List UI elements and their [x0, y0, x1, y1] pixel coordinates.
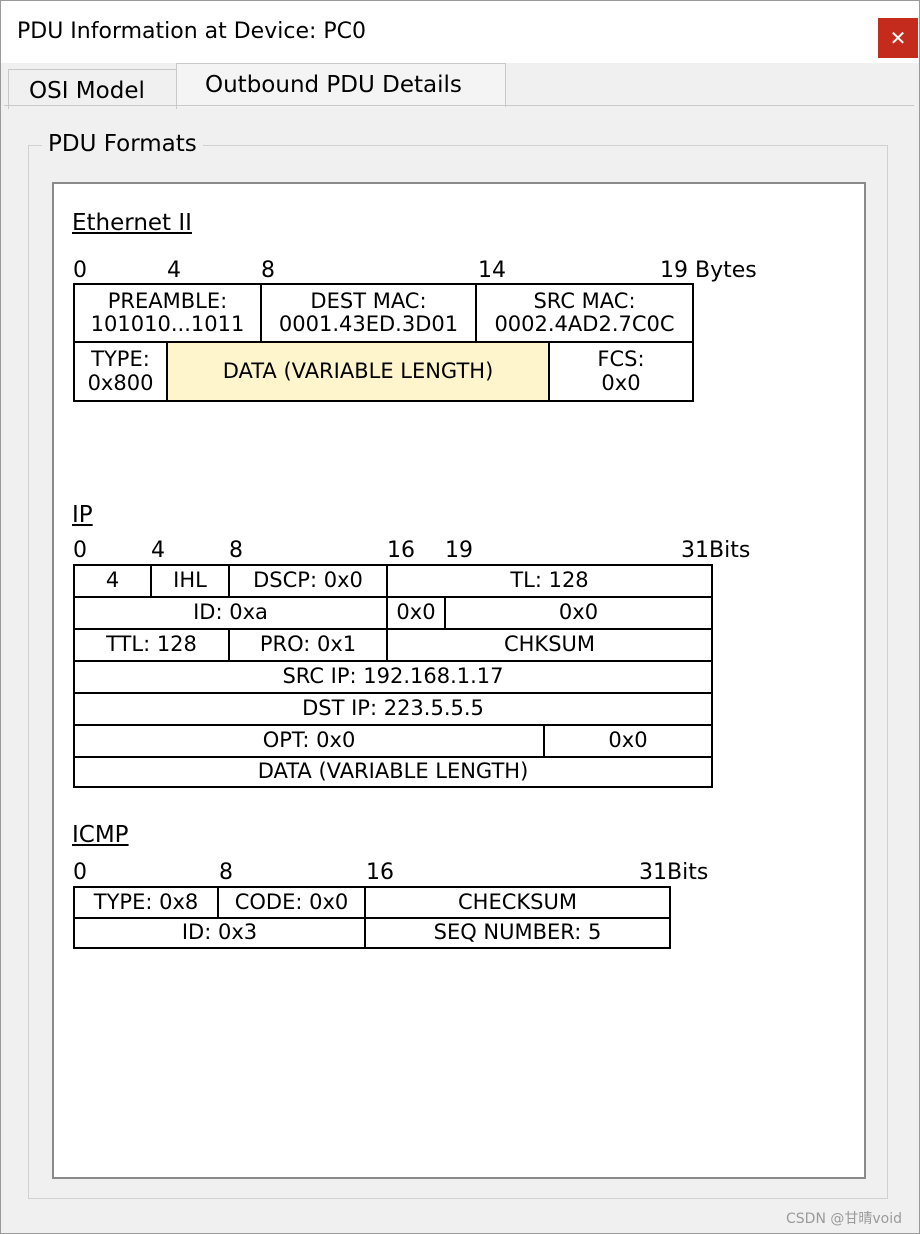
icmp-ruler-8: 8 — [219, 860, 233, 885]
eth-src-mac-field: SRC MAC: 0002.4AD2.7C0C — [475, 283, 694, 343]
close-icon: ✕ — [889, 26, 907, 50]
ip-dscp-field: DSCP: 0x0 — [228, 564, 388, 598]
window-title: PDU Information at Device: PC0 — [17, 19, 367, 44]
ip-src-ip-field: SRC IP: 192.168.1.17 — [73, 660, 713, 694]
watermark: CSDN @甘晴void — [786, 1211, 902, 1227]
dest-mac-label: DEST MAC: — [310, 288, 427, 313]
ip-padding-field: 0x0 — [543, 724, 713, 758]
ip-data-field: DATA (VARIABLE LENGTH) — [73, 756, 713, 788]
ip-id-field: ID: 0xa — [73, 596, 388, 630]
icmp-ruler-0: 0 — [73, 860, 87, 885]
ip-protocol-field: PRO: 0x1 — [228, 628, 388, 662]
ip-frag-offset-field: 0x0 — [444, 596, 713, 630]
eth-ruler-unit: Bytes — [695, 258, 757, 283]
icmp-ruler-31: 31Bits — [639, 860, 709, 885]
eth-type-field: TYPE: 0x800 — [73, 341, 168, 402]
icmp-id-field: ID: 0x3 — [73, 917, 366, 949]
ethernet-title: Ethernet II — [72, 210, 192, 236]
icmp-code-field: CODE: 0x0 — [217, 886, 366, 919]
eth-preamble-field: PREAMBLE: 101010...1011 — [73, 283, 262, 343]
type-label: TYPE: — [91, 347, 150, 372]
eth-dest-mac-field: DEST MAC: 0001.43ED.3D01 — [260, 283, 477, 343]
eth-ruler-8: 8 — [261, 258, 275, 283]
icmp-checksum-field: CHECKSUM — [364, 886, 671, 919]
ip-ihl-field: IHL — [150, 564, 230, 598]
ip-dst-ip-field: DST IP: 223.5.5.5 — [73, 692, 713, 726]
preamble-label: PREAMBLE: — [107, 288, 228, 313]
ip-ruler-8: 8 — [229, 538, 243, 563]
ip-ruler-31: 31Bits — [681, 538, 751, 563]
ip-title: IP — [72, 502, 93, 528]
pdu-formats-canvas[interactable]: Ethernet II 0 4 8 14 19 Bytes PREAMBLE: … — [52, 182, 866, 1179]
icmp-title: ICMP — [72, 822, 129, 848]
src-mac-label: SRC MAC: — [533, 288, 636, 313]
preamble-value: 101010...1011 — [90, 312, 245, 336]
icmp-seq-field: SEQ NUMBER: 5 — [364, 917, 671, 949]
eth-ruler-19: 19 — [660, 258, 688, 283]
ip-options-field: OPT: 0x0 — [73, 724, 545, 758]
ip-ttl-field: TTL: 128 — [73, 628, 230, 662]
title-bar: PDU Information at Device: PC0 ✕ — [1, 1, 919, 63]
eth-ruler-4: 4 — [167, 258, 181, 283]
ip-checksum-field: CHKSUM — [386, 628, 713, 662]
eth-data-field: DATA (VARIABLE LENGTH) — [166, 341, 550, 402]
ip-ruler-0: 0 — [73, 538, 87, 563]
ip-ruler-19: 19 — [445, 538, 473, 563]
close-button[interactable]: ✕ — [878, 18, 918, 58]
type-value: 0x800 — [87, 370, 154, 395]
icmp-ruler-16: 16 — [366, 860, 394, 885]
ip-ruler-4: 4 — [151, 538, 165, 563]
ip-version-field: 4 — [73, 564, 152, 598]
dest-mac-value: 0001.43ED.3D01 — [278, 312, 459, 336]
fcs-value: 0x0 — [601, 370, 641, 395]
ip-ruler-16: 16 — [387, 538, 415, 563]
icmp-type-field: TYPE: 0x8 — [73, 886, 219, 919]
tab-strip: OSI Model Outbound PDU Details — [1, 63, 919, 109]
group-label: PDU Formats — [42, 131, 203, 157]
tab-outbound-pdu-details[interactable]: Outbound PDU Details — [176, 63, 506, 107]
eth-ruler-0: 0 — [73, 258, 87, 283]
eth-fcs-field: FCS: 0x0 — [548, 341, 694, 402]
eth-ruler-14: 14 — [478, 258, 506, 283]
fcs-label: FCS: — [597, 347, 645, 372]
ip-flags-field: 0x0 — [386, 596, 446, 630]
src-mac-value: 0002.4AD2.7C0C — [494, 312, 675, 336]
ip-tl-field: TL: 128 — [386, 564, 713, 598]
tab-osi-model[interactable]: OSI Model — [8, 69, 177, 109]
